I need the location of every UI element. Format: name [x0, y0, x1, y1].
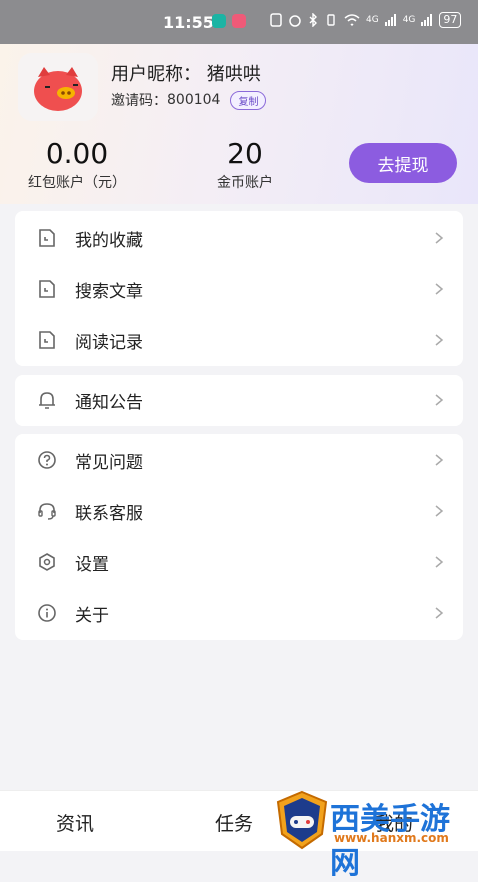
- watermark-url: www.hanxm.com: [334, 831, 449, 845]
- coin-account[interactable]: 20 金币账户: [200, 138, 290, 192]
- question-icon: [38, 451, 56, 469]
- chevron-right-icon: [435, 454, 444, 466]
- chevron-right-icon: [435, 283, 444, 295]
- alarm-icon: [289, 15, 301, 27]
- red-packet-account[interactable]: 0.00 红包账户（元）: [18, 138, 136, 192]
- invite-code: 800104: [167, 92, 221, 108]
- tab-news[interactable]: 资讯: [56, 809, 94, 836]
- chevron-right-icon: [435, 505, 444, 517]
- signal-icon: [384, 14, 396, 26]
- coin-label: 金币账户: [217, 175, 273, 191]
- info-icon: [38, 604, 56, 622]
- vibrate-icon: [327, 14, 335, 26]
- chevron-right-icon: [435, 334, 444, 346]
- watermark: 西美手游网 www.hanxm.com: [272, 790, 478, 881]
- menu-label: 关于: [75, 605, 109, 626]
- status-bar: 11:55 4G 4G 97: [0, 0, 478, 44]
- menu-label: 搜索文章: [75, 281, 143, 302]
- wifi-icon: [344, 14, 360, 27]
- chevron-right-icon: [435, 556, 444, 568]
- chevron-right-icon: [435, 607, 444, 619]
- menu-label: 设置: [75, 554, 109, 575]
- user-nickname: 用户昵称： 猪哄哄: [111, 64, 261, 85]
- menu-card-2: 通知公告: [15, 375, 463, 426]
- network-type-2: 4G: [402, 15, 416, 25]
- signal-icon-2: [421, 14, 433, 26]
- chevron-right-icon: [435, 232, 444, 244]
- watermark-logo-icon: [276, 790, 328, 850]
- menu-card-1: 我的收藏 搜索文章 阅读记录: [15, 211, 463, 366]
- app-notification-icon-2: [232, 14, 246, 28]
- withdraw-button[interactable]: 去提现: [349, 143, 457, 183]
- menu-item-settings[interactable]: 设置: [15, 537, 463, 587]
- invite-code-row: 邀请码： 800104 复制: [111, 90, 267, 110]
- document-icon: [39, 331, 55, 349]
- menu-label: 阅读记录: [75, 332, 143, 353]
- document-icon: [39, 280, 55, 298]
- menu-item-about[interactable]: 关于: [15, 588, 463, 638]
- headset-icon: [38, 503, 56, 520]
- menu-label: 常见问题: [75, 452, 143, 473]
- document-icon: [39, 229, 55, 247]
- settings-icon: [39, 553, 55, 571]
- menu-item-favorites[interactable]: 我的收藏: [15, 213, 463, 263]
- invite-label: 邀请码：: [111, 93, 167, 109]
- menu-label: 通知公告: [75, 392, 143, 413]
- menu-item-reading-history[interactable]: 阅读记录: [15, 315, 463, 365]
- avatar[interactable]: [18, 53, 98, 121]
- copy-button[interactable]: 复制: [230, 90, 267, 110]
- menu-item-notices[interactable]: 通知公告: [15, 375, 463, 425]
- nfc-icon: [270, 13, 282, 27]
- app-notification-icon: [212, 14, 226, 28]
- menu-item-customer-service[interactable]: 联系客服: [15, 486, 463, 536]
- bluetooth-icon: [309, 13, 317, 27]
- pig-avatar-icon: [18, 53, 98, 121]
- menu-label: 联系客服: [75, 503, 143, 524]
- red-packet-value: 0.00: [45, 137, 109, 170]
- chevron-right-icon: [435, 394, 444, 406]
- status-time: 11:55: [163, 13, 214, 32]
- network-type-1: 4G: [366, 15, 379, 25]
- tab-tasks[interactable]: 任务: [215, 809, 253, 836]
- battery-indicator: 97: [439, 12, 462, 28]
- menu-label: 我的收藏: [75, 230, 143, 251]
- status-app-icons: [212, 14, 246, 28]
- menu-card-3: 常见问题 联系客服 设置 关于: [15, 434, 463, 640]
- menu-item-search-articles[interactable]: 搜索文章: [15, 264, 463, 314]
- red-packet-label: 红包账户（元）: [28, 175, 126, 191]
- menu-item-faq[interactable]: 常见问题: [15, 435, 463, 485]
- status-right: 4G 4G 97: [270, 12, 462, 28]
- bell-icon: [39, 392, 55, 409]
- coin-value: 20: [227, 137, 263, 170]
